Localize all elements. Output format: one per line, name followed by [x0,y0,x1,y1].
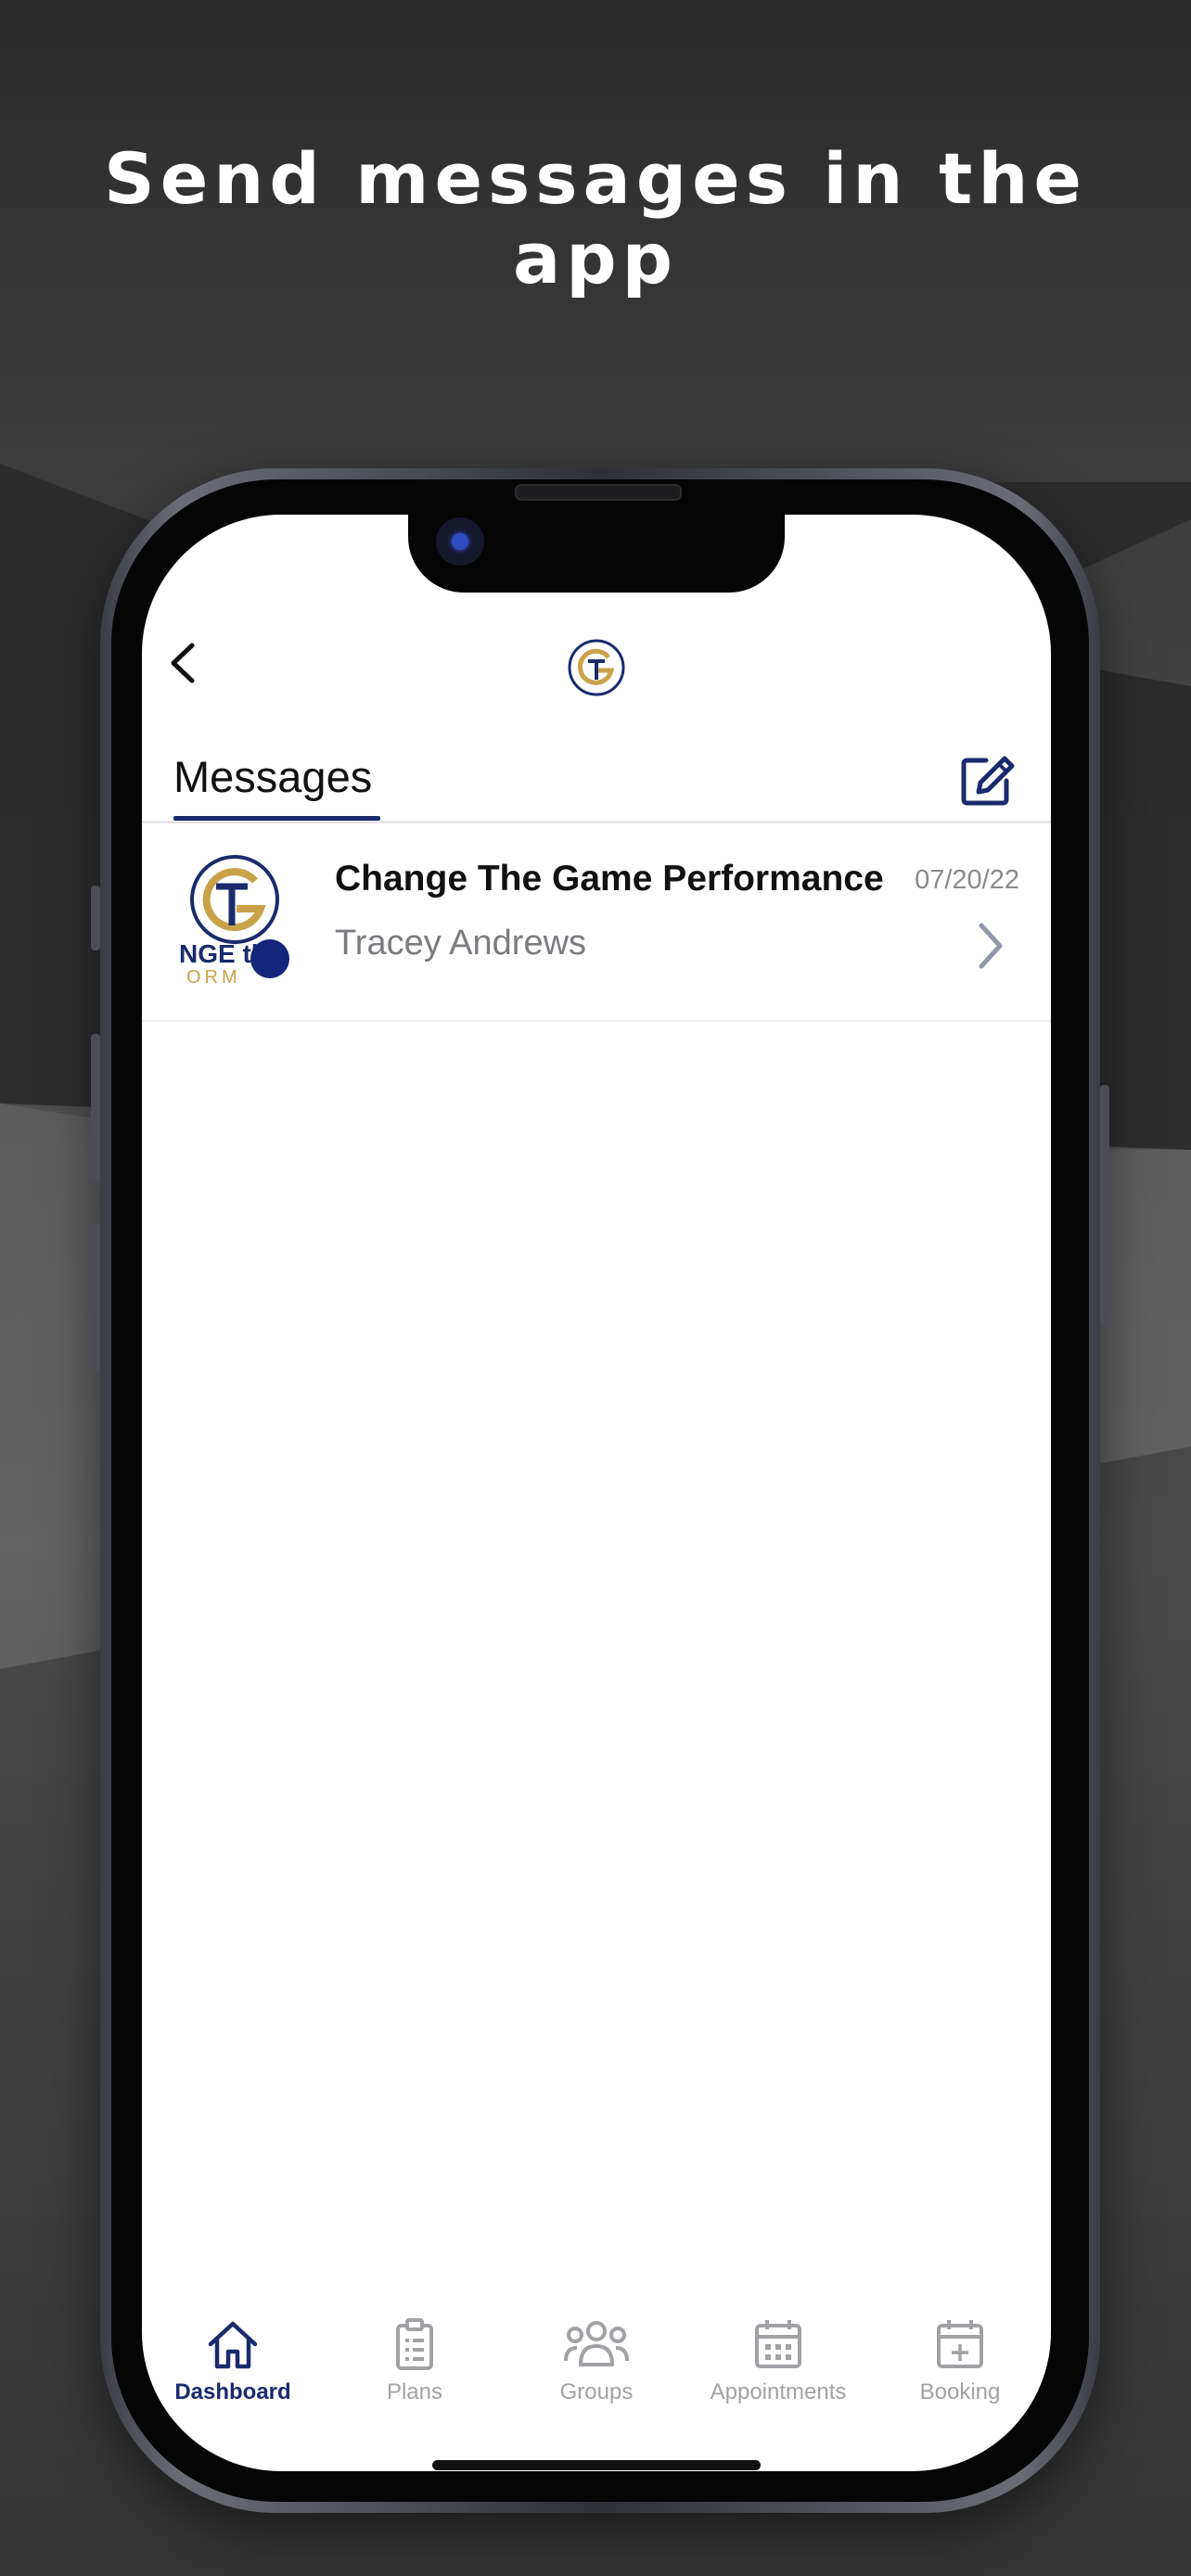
headline-line-2: app [512,217,679,300]
unread-dot [250,939,289,978]
phone-mute-switch [91,886,100,950]
phone-volume-up [91,1034,100,1182]
clipboard-icon [396,2318,433,2370]
compose-icon[interactable] [958,753,1018,809]
tabbar-label: Groups [559,2379,634,2404]
groups-icon [564,2321,629,2366]
home-indicator[interactable] [432,2460,761,2470]
tabbar-label: Appointments [710,2379,847,2404]
tabbar-label: Dashboard [174,2379,291,2404]
bottom-tab-bar: Dashboard Plans Groups Appointments Book… [142,2318,1051,2439]
svg-text:ORM: ORM [186,967,241,983]
message-title: Change The Game Performance [335,859,884,899]
tab-messages[interactable]: Messages [173,751,372,802]
message-row[interactable]: NGE th ORM Change The Game Performance 0… [142,823,1051,1022]
chevron-right-icon [979,923,1003,969]
tabbar-item-booking[interactable]: Booking [869,2318,1051,2429]
tabbar-item-appointments[interactable]: Appointments [687,2318,869,2429]
tabbar-item-plans[interactable]: Plans [324,2318,506,2429]
tabbar-item-groups[interactable]: Groups [506,2318,687,2429]
headline-line-1: Send messages in the [104,137,1087,220]
calendar-icon [755,2320,801,2368]
app-screen: Messages NGE th ORM Change The Game Perf… [142,515,1051,2471]
headline: Send messages in the app [0,139,1191,299]
calendar-plus-icon [937,2320,983,2368]
tabbar-label: Booking [919,2379,1001,2404]
phone-volume-down [91,1224,100,1372]
message-date: 07/20/22 [915,865,1019,895]
message-sender: Tracey Andrews [335,924,587,963]
tabbar-item-dashboard[interactable]: Dashboard [142,2318,324,2429]
chevron-left-icon[interactable] [164,640,201,686]
ctg-performance-logo: NGE th ORM [179,855,289,983]
home-icon [208,2321,258,2369]
ctg-logo-icon [568,639,625,696]
phone-side-button [1100,1085,1109,1326]
phone-speaker [515,484,682,501]
tabbar-label: Plans [386,2379,443,2404]
front-camera [436,517,484,566]
